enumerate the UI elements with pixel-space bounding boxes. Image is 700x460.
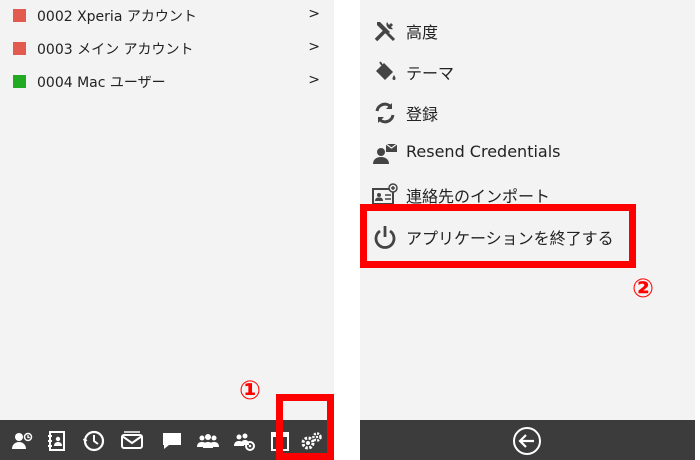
menu-item-label: 登録	[406, 105, 439, 124]
left-panel: 0002 Xperia アカウント > 0003 メイン アカウント > 000…	[0, 0, 334, 460]
tools-icon	[372, 18, 398, 44]
account-item-0004[interactable]: 0004 Mac ユーザー >	[0, 66, 334, 99]
group-icon[interactable]	[196, 429, 220, 453]
chevron-right-icon: >	[308, 39, 320, 55]
account-color-swatch	[13, 42, 26, 55]
account-color-swatch	[13, 75, 26, 88]
mail-icon[interactable]	[120, 429, 144, 453]
chat-icon[interactable]	[160, 429, 184, 453]
address-book-icon[interactable]	[45, 429, 69, 453]
chevron-right-icon: >	[308, 6, 320, 22]
back-arrow-icon[interactable]	[512, 426, 542, 456]
group-settings-icon[interactable]	[232, 429, 256, 453]
chevron-right-icon: >	[308, 72, 320, 88]
account-item-0003[interactable]: 0003 メイン アカウント >	[0, 33, 334, 66]
menu-item-register[interactable]: 登録	[370, 92, 695, 133]
clock-icon[interactable]	[82, 429, 106, 453]
account-color-swatch	[13, 9, 26, 22]
settings-highlight-box	[276, 394, 334, 460]
annotation-step-2: ②	[632, 274, 655, 304]
menu-item-label: テーマ	[406, 64, 455, 83]
sync-icon	[372, 100, 398, 126]
settings-menu-panel: 高度 テーマ 登録 Resend Credentials 連絡先のインポート ア…	[360, 0, 695, 460]
menu-item-advanced[interactable]: 高度	[370, 10, 695, 51]
menu-item-resend-credentials[interactable]: Resend Credentials	[370, 133, 695, 174]
account-item-0002[interactable]: 0002 Xperia アカウント >	[0, 0, 334, 33]
bottom-nav-bar	[360, 420, 695, 460]
menu-item-label: Resend Credentials	[406, 142, 561, 161]
paint-bucket-icon	[372, 59, 398, 85]
menu-item-label: 高度	[406, 23, 439, 42]
menu-item-theme[interactable]: テーマ	[370, 51, 695, 92]
account-label: 0002 Xperia アカウント	[37, 9, 197, 25]
account-label: 0003 メイン アカウント	[37, 42, 194, 58]
account-label: 0004 Mac ユーザー	[37, 75, 166, 91]
exit-highlight-box	[360, 204, 636, 268]
user-mail-icon	[372, 141, 398, 167]
contact-add-icon[interactable]	[10, 429, 34, 453]
annotation-step-1: ①	[239, 376, 262, 406]
